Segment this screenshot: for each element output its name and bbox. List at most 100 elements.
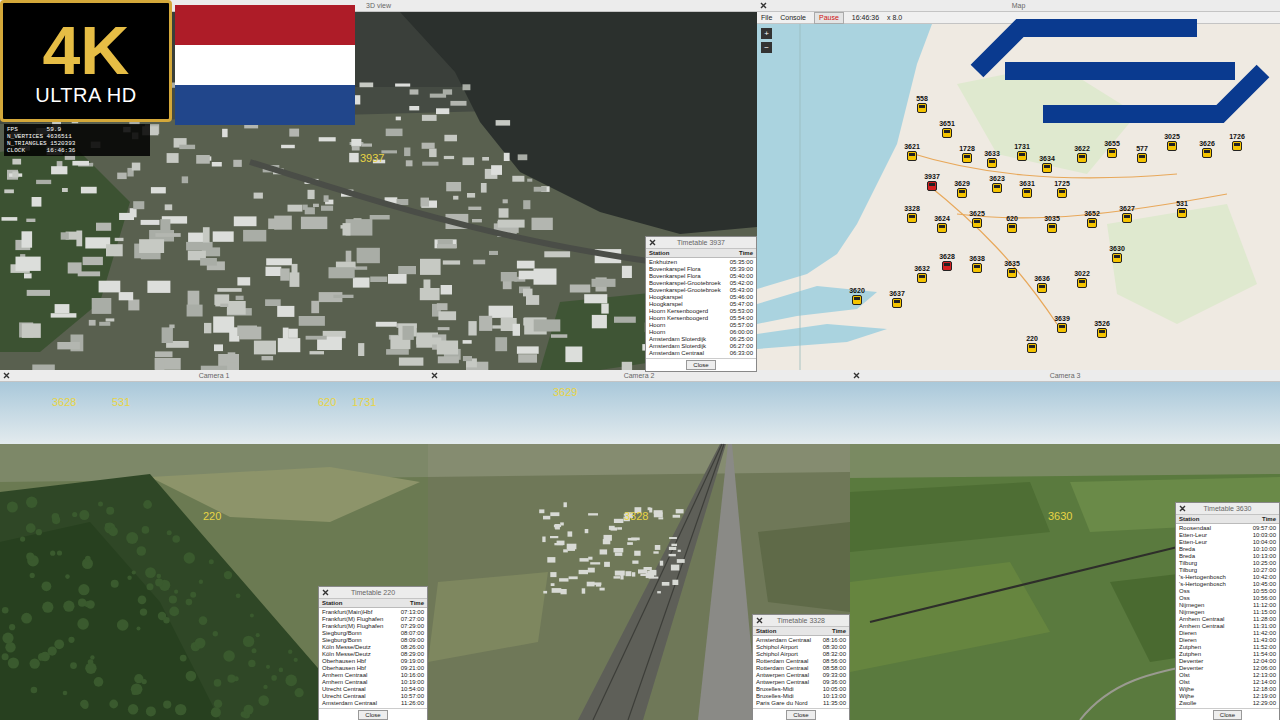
train-icon[interactable] xyxy=(942,128,952,138)
train-icon[interactable] xyxy=(1022,188,1032,198)
train-icon[interactable] xyxy=(1077,153,1087,163)
train-icon[interactable] xyxy=(1087,218,1097,228)
train-marker[interactable]: 3635 xyxy=(1000,260,1024,278)
train-marker[interactable]: 3628 xyxy=(935,253,959,271)
train-icon[interactable] xyxy=(942,261,952,271)
train-marker[interactable]: 3622 xyxy=(1070,145,1094,163)
train-marker[interactable]: 620 xyxy=(1000,215,1024,233)
table-row[interactable]: Dieren11:43:00 xyxy=(1179,637,1276,644)
train-marker[interactable]: 3651 xyxy=(935,120,959,138)
train-marker[interactable]: 1725 xyxy=(1050,180,1074,198)
close-x-icon[interactable] xyxy=(1179,505,1186,512)
train-icon[interactable] xyxy=(1107,148,1117,158)
train-icon[interactable] xyxy=(972,263,982,273)
table-row[interactable]: Siegburg/Bonn08:09:00 xyxy=(322,637,424,644)
train-label[interactable]: 1731 xyxy=(352,396,376,408)
train-icon[interactable] xyxy=(957,188,967,198)
table-row[interactable]: Amsterdam Sloterdijk06:25:00 xyxy=(649,336,753,343)
table-row[interactable]: Bruxelles-Midi10:05:00 xyxy=(756,686,846,693)
table-row[interactable]: Breda10:13:00 xyxy=(1179,553,1276,560)
train-marker[interactable]: 3655 xyxy=(1100,140,1124,158)
train-icon[interactable] xyxy=(1042,163,1052,173)
table-row[interactable]: Nijmegen11:15:00 xyxy=(1179,609,1276,616)
table-row[interactable]: Arnhem Centraal10:16:00 xyxy=(322,672,424,679)
table-row[interactable]: Hoogkarspel05:47:00 xyxy=(649,301,753,308)
table-row[interactable]: Tilburg10:27:00 xyxy=(1179,567,1276,574)
table-row[interactable]: Siegburg/Bonn08:07:00 xyxy=(322,630,424,637)
train-label[interactable]: 3630 xyxy=(1048,510,1072,522)
train-marker[interactable]: 3022 xyxy=(1070,270,1094,288)
train-icon[interactable] xyxy=(972,218,982,228)
train-marker[interactable]: 3624 xyxy=(930,215,954,233)
train-icon[interactable] xyxy=(1047,223,1057,233)
train-marker[interactable]: 3636 xyxy=(1030,275,1054,293)
train-marker[interactable]: 3035 xyxy=(1040,215,1064,233)
menu-item[interactable]: Console xyxy=(780,13,806,23)
train-icon[interactable] xyxy=(1037,283,1047,293)
menu-item[interactable]: File xyxy=(761,13,772,23)
table-row[interactable]: Hoorn05:57:00 xyxy=(649,322,753,329)
close-x-icon[interactable] xyxy=(853,372,860,379)
train-marker[interactable]: 3626 xyxy=(1195,140,1219,158)
train-marker[interactable]: 3627 xyxy=(1115,205,1139,223)
table-row[interactable]: Etten-Leur10:04:00 xyxy=(1179,539,1276,546)
train-icon[interactable] xyxy=(1112,253,1122,263)
close-button[interactable]: Close xyxy=(358,710,387,720)
table-row[interactable]: Amsterdam Sloterdijk06:27:00 xyxy=(649,343,753,350)
close-x-icon[interactable] xyxy=(760,2,767,9)
table-row[interactable]: Deventer12:04:00 xyxy=(1179,658,1276,665)
table-row[interactable]: Köln Messe/Deutz08:29:00 xyxy=(322,651,424,658)
pause-button[interactable]: Pause xyxy=(814,12,844,24)
table-row[interactable]: Hoorn06:00:00 xyxy=(649,329,753,336)
train-marker[interactable]: 3328 xyxy=(900,205,924,223)
close-button[interactable]: Close xyxy=(686,360,715,370)
train-icon[interactable] xyxy=(1077,278,1087,288)
table-row[interactable]: Oss10:56:00 xyxy=(1179,595,1276,602)
table-row[interactable]: Hoogkarspel05:46:00 xyxy=(649,294,753,301)
train-marker[interactable]: 3652 xyxy=(1080,210,1104,228)
train-icon[interactable] xyxy=(1137,153,1147,163)
table-row[interactable]: Bovenkarspel-Grootebroek05:43:00 xyxy=(649,287,753,294)
close-x-icon[interactable] xyxy=(756,617,763,624)
table-row[interactable]: Oberhausen Hbf09:19:00 xyxy=(322,658,424,665)
train-label[interactable]: 3328 xyxy=(624,510,648,522)
train-label[interactable]: 620 xyxy=(318,396,336,408)
table-row[interactable]: Rotterdam Centraal08:58:00 xyxy=(756,665,846,672)
train-marker[interactable]: 3633 xyxy=(980,150,1004,168)
table-row[interactable]: Utrecht Centraal10:57:00 xyxy=(322,693,424,700)
train-marker[interactable]: 3629 xyxy=(950,180,974,198)
table-row[interactable]: Arnhem Centraal11:31:00 xyxy=(1179,623,1276,630)
train-icon[interactable] xyxy=(1027,343,1037,353)
train-label[interactable]: 3937 xyxy=(360,152,384,164)
table-row[interactable]: Etten-Leur10:03:00 xyxy=(1179,532,1276,539)
train-marker[interactable]: 3937 xyxy=(920,173,944,191)
train-marker[interactable]: 558 xyxy=(910,95,934,113)
close-x-icon[interactable] xyxy=(3,372,10,379)
train-icon[interactable] xyxy=(917,103,927,113)
train-label[interactable]: 3628 xyxy=(52,396,76,408)
train-marker[interactable]: 220 xyxy=(1020,335,1044,353)
train-label[interactable]: 220 xyxy=(203,510,221,522)
table-row[interactable]: 's-Hertogenbosch10:45:00 xyxy=(1179,581,1276,588)
table-row[interactable]: Zwolle12:29:00 xyxy=(1179,700,1276,707)
train-marker[interactable]: 3632 xyxy=(910,265,934,283)
table-row[interactable]: Roosendaal09:57:00 xyxy=(1179,525,1276,532)
train-icon[interactable] xyxy=(987,158,997,168)
train-icon[interactable] xyxy=(992,183,1002,193)
table-row[interactable]: Dieren11:42:00 xyxy=(1179,630,1276,637)
table-row[interactable]: Wijhe12:19:00 xyxy=(1179,693,1276,700)
close-x-icon[interactable] xyxy=(649,239,656,246)
table-row[interactable]: Schiphol Airport08:30:00 xyxy=(756,644,846,651)
train-marker[interactable]: 3620 xyxy=(845,287,869,305)
train-marker[interactable]: 3638 xyxy=(965,255,989,273)
train-marker[interactable]: 577 xyxy=(1130,145,1154,163)
close-button[interactable]: Close xyxy=(1213,710,1242,720)
table-row[interactable]: Hoorn Kersenboogerd05:53:00 xyxy=(649,308,753,315)
table-row[interactable]: Bovenkarspel Flora05:39:00 xyxy=(649,266,753,273)
table-row[interactable]: Paris Gare du Nord11:35:00 xyxy=(756,700,846,707)
train-icon[interactable] xyxy=(907,213,917,223)
train-icon[interactable] xyxy=(1007,268,1017,278)
train-marker[interactable]: 1726 xyxy=(1225,133,1249,151)
table-row[interactable]: Tilburg10:25:00 xyxy=(1179,560,1276,567)
table-row[interactable]: Olst12:13:00 xyxy=(1179,672,1276,679)
